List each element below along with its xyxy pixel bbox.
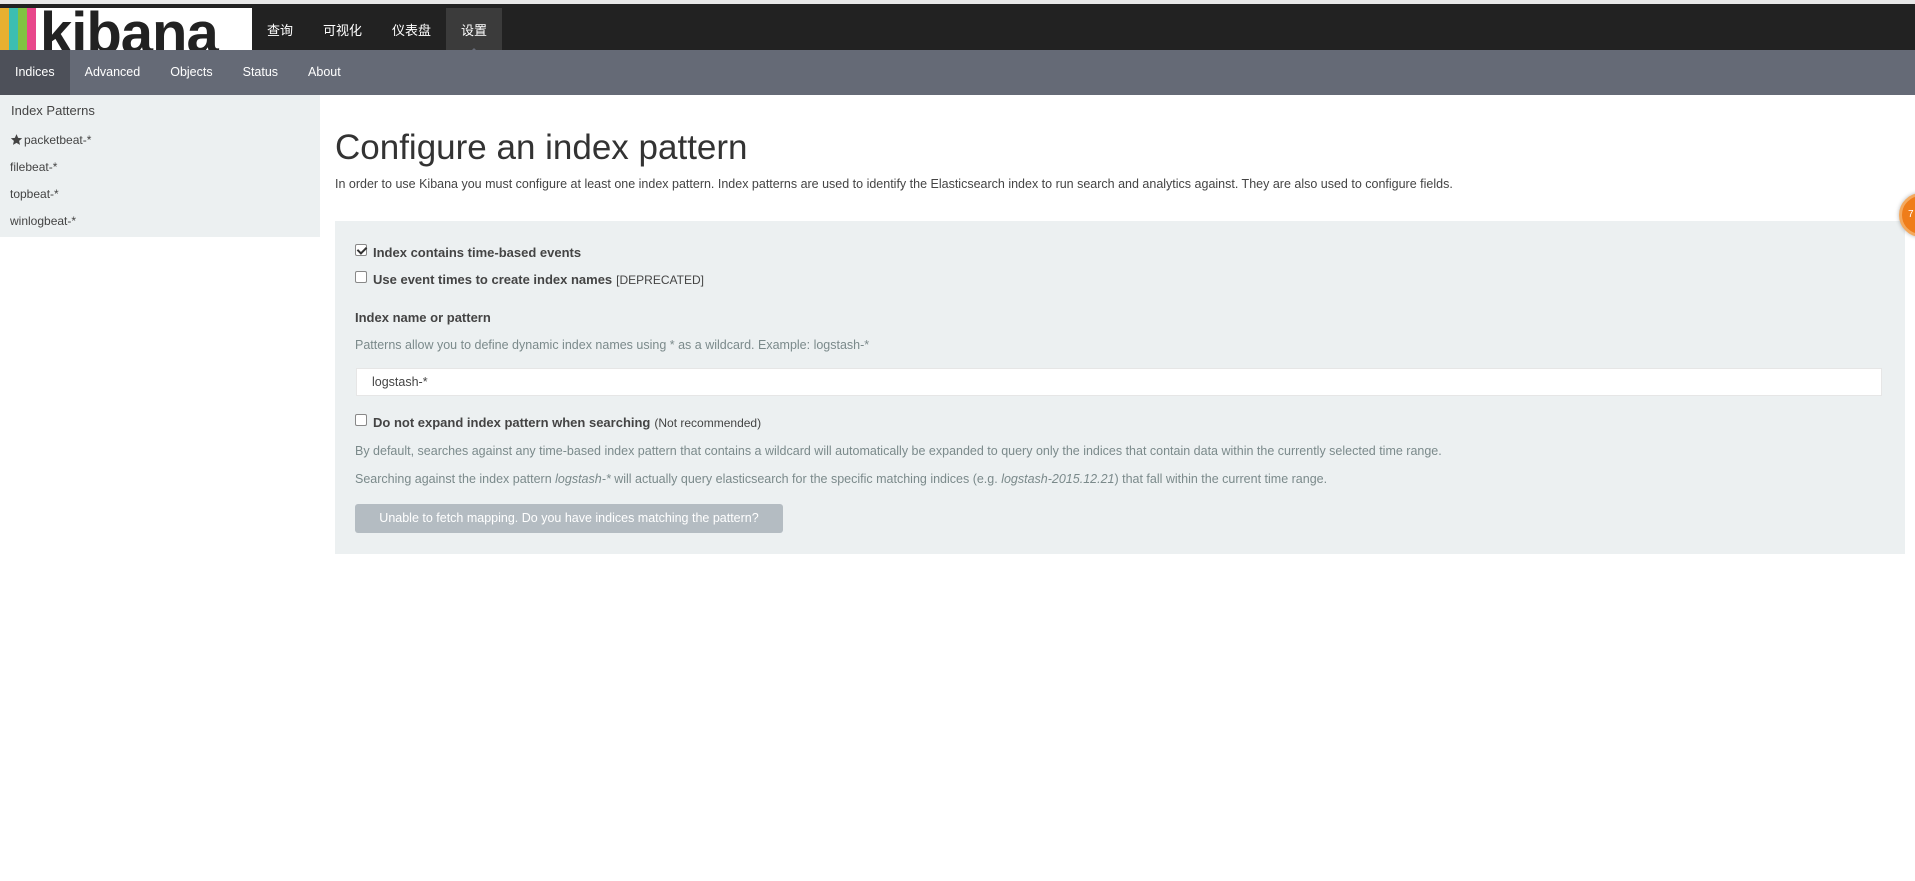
logo-wordmark: kibana xyxy=(40,8,219,54)
app-nav-settings[interactable]: 设置 xyxy=(446,8,503,54)
event-times-checkbox[interactable] xyxy=(355,270,367,283)
app-nav-discover[interactable]: 查询 xyxy=(252,8,308,54)
not-recommended-note: (Not recommended) xyxy=(654,415,762,430)
help-text: ) that fall within the current time rang… xyxy=(1114,472,1328,486)
help-text: will actually query elasticsearch for th… xyxy=(610,472,1002,486)
sidebar-heading: Index Patterns xyxy=(11,103,95,118)
create-pattern-button[interactable]: Unable to fetch mapping. Do you have ind… xyxy=(355,504,783,533)
top-navbar: kibana 查询 可视化 仪表盘 设置 xyxy=(0,0,1915,54)
time-based-row[interactable]: Index contains time-based events xyxy=(355,243,582,260)
index-pattern-input[interactable]: logstash-* xyxy=(356,368,1882,396)
app-nav: 查询 可视化 仪表盘 设置 xyxy=(252,8,503,54)
event-times-label: Use event times to create index names xyxy=(373,272,613,287)
page-title: Configure an index pattern xyxy=(335,128,748,167)
event-times-row[interactable]: Use event times to create index names [D… xyxy=(355,270,704,287)
app-nav-dashboard[interactable]: 仪表盘 xyxy=(377,8,446,54)
no-expand-row[interactable]: Do not expand index pattern when searchi… xyxy=(355,413,762,430)
app-nav-label: 仪表盘 xyxy=(392,23,432,38)
no-expand-checkbox[interactable] xyxy=(355,413,367,426)
pattern-help: Patterns allow you to define dynamic ind… xyxy=(355,338,870,352)
expand-help-1: By default, searches against any time-ba… xyxy=(355,444,1442,458)
app-nav-label: 查询 xyxy=(267,23,294,38)
index-pattern-label: winlogbeat-* xyxy=(10,214,77,228)
index-pattern-item[interactable]: filebeat-* xyxy=(0,158,320,185)
index-pattern-label: packetbeat-* xyxy=(24,133,92,147)
tab-indices[interactable]: Indices xyxy=(0,50,70,95)
tab-status[interactable]: Status xyxy=(228,50,293,95)
app-nav-label: 设置 xyxy=(461,23,488,38)
time-based-checkbox[interactable] xyxy=(355,243,367,256)
deprecated-note: [DEPRECATED] xyxy=(616,272,704,287)
index-pattern-label: topbeat-* xyxy=(10,187,59,201)
app-nav-label: 可视化 xyxy=(323,23,363,38)
star-icon xyxy=(10,134,23,145)
index-pattern-form: Index contains time-based events Use eve… xyxy=(335,221,1905,554)
tab-advanced[interactable]: Advanced xyxy=(70,50,156,95)
page-description: In order to use Kibana you must configur… xyxy=(335,177,1453,191)
help-text: Searching against the index pattern xyxy=(355,472,556,486)
kibana-logo[interactable]: kibana xyxy=(0,8,252,54)
expand-help-2: Searching against the index pattern logs… xyxy=(355,472,1327,486)
index-pattern-item[interactable]: packetbeat-* xyxy=(0,131,320,158)
time-based-label: Index contains time-based events xyxy=(373,245,582,260)
index-pattern-list: packetbeat-* filebeat-* topbeat-* winlog… xyxy=(0,131,320,239)
index-patterns-sidebar: Index Patterns packetbeat-* filebeat-* t… xyxy=(0,95,320,237)
tab-about[interactable]: About xyxy=(293,50,356,95)
index-pattern-item[interactable]: topbeat-* xyxy=(0,185,320,212)
help-example: logstash-2015.12.21 xyxy=(1001,472,1115,486)
logo-stripes xyxy=(0,8,36,54)
pattern-label: Index name or pattern xyxy=(355,310,491,325)
index-pattern-item[interactable]: winlogbeat-* xyxy=(0,212,320,239)
index-pattern-label: filebeat-* xyxy=(10,160,58,174)
help-pattern: logstash-* xyxy=(555,472,611,486)
no-expand-label: Do not expand index pattern when searchi… xyxy=(373,415,651,430)
tab-objects[interactable]: Objects xyxy=(155,50,227,95)
app-nav-visualize[interactable]: 可视化 xyxy=(308,8,377,54)
settings-tabs: Indices Advanced Objects Status About xyxy=(0,50,1915,95)
